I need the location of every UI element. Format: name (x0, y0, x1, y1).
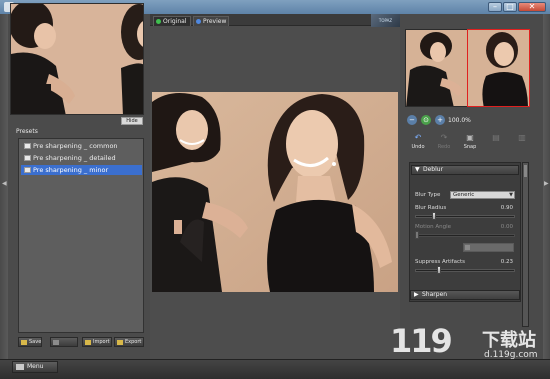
collapsed-arrow-icon: ▶ (414, 291, 419, 298)
tab-preview-label: Preview (203, 18, 227, 25)
delete-icon (53, 340, 59, 345)
preset-preview-thumbnail (10, 3, 144, 115)
zoom-level: 100.0% (448, 117, 471, 124)
suppress-artifacts-slider[interactable] (415, 269, 515, 272)
topaz-logo: TOPAZ (371, 14, 400, 27)
tab-preview[interactable]: Preview (193, 16, 229, 26)
delete-preset-button[interactable] (50, 337, 78, 347)
scrollbar-thumb[interactable] (524, 165, 527, 177)
motion-angle-slider-thumb[interactable] (415, 231, 419, 239)
menu-button[interactable]: Menu (12, 361, 58, 373)
redo-icon: ↷ (440, 133, 448, 142)
export-preset-button[interactable]: Export (114, 337, 144, 347)
preset-file-icon (24, 143, 31, 149)
zoom-in-icon[interactable]: + (435, 115, 445, 125)
redo-button[interactable]: ↷ Redo (433, 133, 455, 153)
original-dot-icon (156, 19, 161, 24)
preset-label: Pre sharpening _ common (33, 142, 118, 150)
view-tab-bar: Original Preview (150, 14, 400, 26)
save-label: Save (29, 339, 42, 345)
sharpen-title: Sharpen (422, 291, 448, 298)
adjustments-panel: ▼ Deblur (409, 162, 521, 302)
undo-button[interactable]: ↶ Undo (407, 133, 429, 153)
snap-button[interactable]: ▣ Snap (459, 133, 481, 153)
maximize-button[interactable]: □ (503, 2, 517, 12)
blur-type-select[interactable]: Generic ▼ (450, 191, 515, 199)
preset-item[interactable]: Pre sharpening _ detailed (21, 153, 142, 163)
motion-angle-slider[interactable] (415, 234, 515, 237)
main-photo (152, 92, 398, 292)
navigator-viewport-box[interactable] (467, 29, 530, 107)
export-label: Export (125, 339, 142, 345)
zoom-controls: − ⊙ + (405, 115, 540, 127)
compare-button[interactable]: ▤ (485, 133, 507, 153)
undo-label: Undo (411, 144, 425, 150)
settings-scrollbar[interactable] (522, 162, 529, 327)
edit-toolbar: ↶ Undo ↷ Redo ▣ Snap ▤ ▥ (405, 133, 540, 153)
suppress-artifacts-value: 0.23 (500, 259, 513, 265)
import-preset-button[interactable]: Import (82, 337, 112, 347)
blur-radius-slider[interactable] (415, 215, 515, 218)
blur-radius-label: Blur Radius (415, 205, 447, 211)
tab-original-label: Original (163, 18, 187, 25)
portrait-thumbnail-image (11, 4, 143, 114)
zoom-out-icon[interactable]: − (407, 115, 417, 125)
history-button[interactable]: ▥ (511, 133, 533, 153)
import-icon (85, 340, 91, 345)
menu-icon (16, 364, 24, 370)
collapse-left-icon: ◀ (2, 180, 7, 187)
motion-angle-picker-button[interactable] (463, 243, 514, 252)
motion-angle-value: 0.00 (500, 224, 513, 230)
preset-toolbar: Save Import Export (18, 335, 144, 349)
sharpen-section-header[interactable]: ▶ Sharpen (410, 290, 520, 300)
collapse-right-icon: ▶ (544, 180, 549, 187)
camera-icon: ▣ (466, 133, 474, 142)
deblur-section-header[interactable]: ▼ Deblur (411, 165, 519, 175)
preset-item[interactable]: Pre sharpening _ common (21, 141, 142, 151)
snap-label: Snap (463, 144, 477, 150)
preset-item-selected[interactable]: Pre sharpening _ minor (21, 165, 142, 175)
minimize-button[interactable]: – (488, 2, 502, 12)
save-preset-button[interactable]: Save (18, 337, 42, 347)
menu-label: Menu (27, 363, 44, 370)
save-icon (21, 340, 27, 345)
hide-preview-button[interactable]: Hide (121, 117, 143, 125)
portrait-photo-image (152, 92, 398, 292)
preview-dot-icon (196, 19, 201, 24)
preset-file-icon (24, 155, 31, 161)
angle-icon (465, 245, 470, 250)
preset-list: Pre sharpening _ common Pre sharpening _… (18, 138, 144, 333)
close-button[interactable]: ✕ (518, 2, 546, 12)
svg-text:119: 119 (390, 322, 452, 360)
preset-file-icon (24, 167, 31, 173)
suppress-artifacts-label: Suppress Artifacts (415, 259, 466, 265)
watermark-url: d.119g.com (484, 350, 538, 360)
right-collapse-strip[interactable]: ▶ (543, 14, 550, 359)
deblur-title: Deblur (423, 166, 444, 173)
expanded-arrow-icon: ▼ (415, 166, 420, 173)
preset-label: Pre sharpening _ minor (33, 166, 109, 174)
preset-label: Pre sharpening _ detailed (33, 154, 116, 162)
history-icon: ▥ (518, 133, 526, 142)
chevron-down-icon: ▼ (509, 192, 513, 198)
motion-angle-label: Motion Angle (415, 224, 452, 230)
suppress-artifacts-slider-thumb[interactable] (437, 266, 441, 274)
compare-icon: ▤ (492, 133, 500, 142)
watermark-text: 下载站 (482, 330, 536, 351)
zoom-fit-icon[interactable]: ⊙ (421, 115, 431, 125)
tab-original[interactable]: Original (153, 16, 191, 26)
redo-label: Redo (437, 144, 451, 150)
import-label: Import (93, 339, 110, 345)
blur-radius-value: 0.90 (500, 205, 513, 211)
undo-icon: ↶ (414, 133, 422, 142)
watermark-logo: 119 (390, 320, 478, 367)
watermark-logo-mark: 119 (390, 322, 454, 360)
blur-type-label: Blur Type (415, 192, 441, 198)
blur-type-value: Generic (453, 192, 475, 198)
left-collapse-strip[interactable]: ◀ (0, 14, 8, 359)
blur-radius-slider-thumb[interactable] (432, 212, 436, 220)
export-icon (117, 340, 123, 345)
presets-heading: Presets (16, 128, 38, 135)
